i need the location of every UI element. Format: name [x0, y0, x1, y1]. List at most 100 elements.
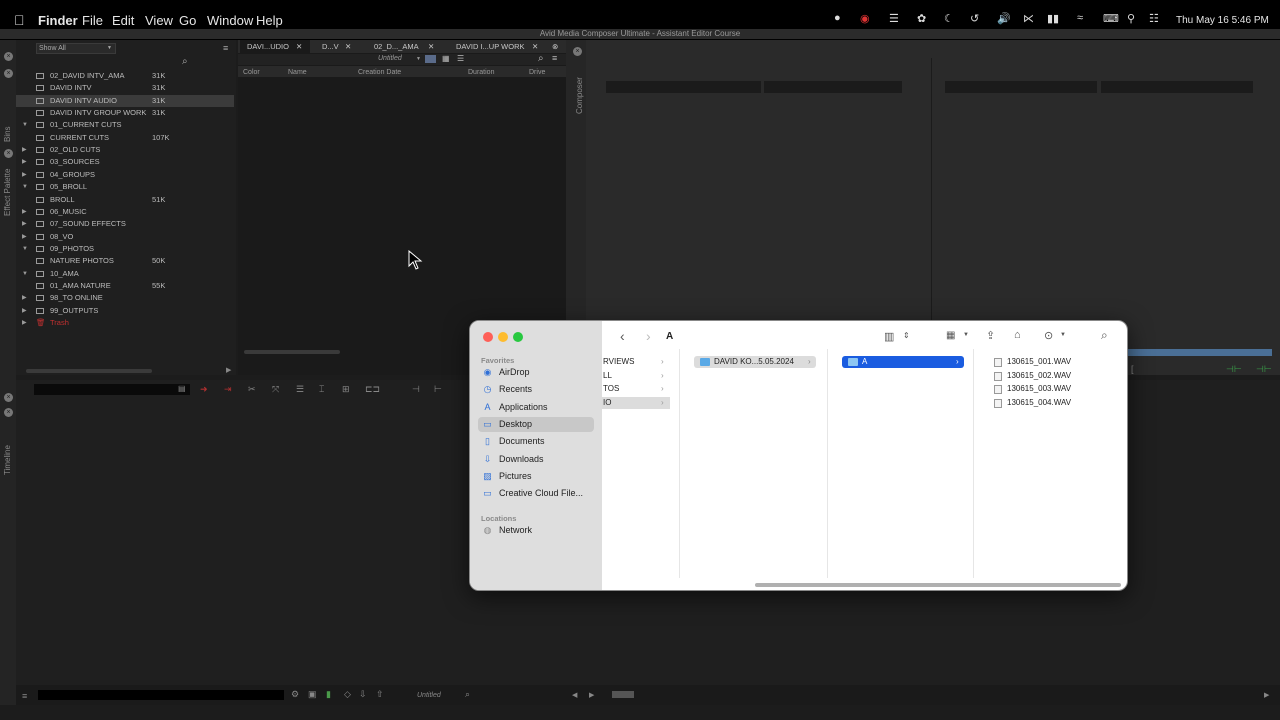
sidebar-item[interactable]: ⇩ Downloads [478, 452, 594, 467]
close-icon[interactable]: ✕ [296, 41, 302, 53]
mark-in-icon[interactable]: [ [1131, 364, 1134, 374]
mark-icon[interactable]: ⊣ [412, 384, 420, 395]
effect-palette-tab-label[interactable]: Effect Palette [3, 169, 12, 216]
disclosure-triangle-icon[interactable]: ▶ [22, 144, 27, 156]
search-icon[interactable]: ⌕ [538, 53, 544, 64]
disclosure-triangle-icon[interactable]: ▶ [22, 156, 27, 168]
close-icon[interactable]: ⊗ [552, 41, 558, 53]
bin-item[interactable]: ▶ 99_OUTPUTS [16, 305, 234, 317]
close-window-button[interactable] [483, 332, 493, 342]
bin-item[interactable]: DAVID INTV GROUP WORK 31K [16, 107, 234, 119]
track-icon[interactable]: ☰ [296, 384, 304, 395]
more-options-icon[interactable]: ⊙ [1044, 329, 1053, 342]
record-track-box[interactable] [1101, 81, 1253, 93]
sidebar-item[interactable]: ▭ Creative Cloud File... [478, 486, 594, 501]
record-menu-box[interactable] [945, 81, 1097, 93]
menu-finder[interactable]: Finder [38, 13, 78, 28]
up-arrow-icon[interactable]: ⇧ [376, 689, 384, 700]
column-duration[interactable]: Duration [468, 69, 494, 76]
source-track-box[interactable] [764, 81, 902, 93]
bin-item[interactable]: DAVID INTV 31K [16, 82, 234, 94]
video-track-icon[interactable]: ▣ [308, 689, 317, 700]
bin-item[interactable]: ▼ 05_BROLL [16, 181, 234, 193]
column-color[interactable]: Color [243, 69, 260, 76]
file-item[interactable]: 130615_002.WAV [1007, 371, 1071, 380]
apple-icon[interactable]:  [14, 12, 25, 28]
search-icon[interactable]: ⌕ [1101, 328, 1108, 343]
volume-icon[interactable]: 🔊 [997, 12, 1011, 25]
disclosure-triangle-icon[interactable]: ▶ [22, 317, 27, 329]
sidebar-item[interactable]: ◉ AirDrop [478, 365, 594, 380]
chevron-down-icon[interactable]: ▼ [963, 332, 969, 338]
disclosure-triangle-icon[interactable]: ▼ [22, 119, 28, 131]
sidebar-item[interactable]: ▨ Pictures [478, 469, 594, 484]
bin-item[interactable]: 02_DAVID INTV_AMA 31K [16, 70, 234, 82]
forward-button[interactable]: › [646, 328, 651, 344]
chevron-down-icon[interactable]: ▼ [1060, 332, 1066, 338]
timeline-scroll-thumb[interactable] [612, 691, 634, 698]
disclosure-triangle-icon[interactable]: ▶ [22, 292, 27, 304]
timeline-tab-label[interactable]: Timeline [3, 445, 12, 475]
disclosure-triangle-icon[interactable]: ▼ [22, 268, 28, 280]
tag-icon[interactable]: ⌂ [1014, 329, 1021, 341]
creative-cloud-icon[interactable]: ◉ [860, 12, 870, 25]
show-all-select[interactable]: Show All ▼ [36, 43, 116, 54]
menu-icon[interactable]: ≡ [223, 43, 228, 53]
column-creation-date[interactable]: Creation Date [358, 69, 401, 76]
record-position-bar[interactable] [1126, 349, 1272, 356]
battery-icon[interactable]: ▮▮ [1047, 12, 1059, 25]
moon-icon[interactable]: ☾ [944, 12, 954, 25]
close-icon[interactable]: × [4, 149, 13, 158]
file-item[interactable]: 130615_003.WAV [1007, 384, 1071, 393]
timeline-view-select[interactable]: Untitled [417, 692, 441, 699]
menu-icon[interactable]: ≡ [552, 53, 557, 63]
audio-meter-icon[interactable]: ⊣⊢ [1256, 364, 1272, 375]
bin-item[interactable]: ▼ 09_PHOTOS [16, 243, 234, 255]
scroll-right-icon[interactable]: ▶ [1264, 691, 1269, 699]
time-machine-icon[interactable]: ↺ [970, 12, 979, 25]
menu-clock[interactable]: Thu May 16 5:46 PM [1176, 15, 1269, 26]
effect-icon[interactable]: ◇ [344, 689, 351, 700]
column-1-selected-row[interactable] [602, 396, 670, 409]
tab-david-intv[interactable]: D...V [322, 41, 339, 53]
tab-david-intv-group-work[interactable]: DAVID I...UP WORK [456, 41, 524, 53]
column-drive[interactable]: Drive [529, 69, 545, 76]
column-3-selected-row[interactable]: A › [842, 356, 964, 368]
keyboard-icon[interactable]: ⌨ [1103, 12, 1119, 25]
bin-item[interactable]: ▼ 01_CURRENT CUTS [16, 119, 234, 131]
menu-edit[interactable]: Edit [112, 13, 134, 28]
bin-item[interactable]: ▶ 04_GROUPS [16, 169, 234, 181]
lift-icon[interactable]: ➜ [200, 384, 208, 395]
bin-item[interactable]: ▶ 03_SOURCES [16, 156, 234, 168]
chevron-down-icon[interactable]: ▼ [416, 56, 421, 62]
scroll-right-icon[interactable]: ▶ [226, 366, 231, 374]
match-frame-icon[interactable]: ⌶ [319, 384, 324, 395]
back-button[interactable]: ‹ [620, 328, 625, 344]
bin-item[interactable]: ▼ 10_AMA [16, 268, 234, 280]
disclosure-triangle-icon[interactable]: ▼ [22, 181, 28, 193]
sidebar-item[interactable]: A Applications [478, 400, 594, 415]
column-2-selected-row[interactable]: DAVID KO...5.05.2024 › [694, 356, 816, 368]
bin-horizontal-scrollbar[interactable] [244, 350, 340, 354]
bin-item[interactable]: ▶ 08_VO [16, 231, 234, 243]
close-icon[interactable]: × [573, 47, 582, 56]
audio-track-icon[interactable]: ▮ [326, 689, 331, 700]
frame-view-icon[interactable] [425, 55, 436, 63]
bin-item[interactable]: ▶ 🗑 Trash [16, 317, 234, 329]
zoom-window-button[interactable] [513, 332, 523, 342]
extract-icon[interactable]: ⇥ [224, 384, 232, 395]
scroll-right-icon[interactable]: ▶ [589, 691, 594, 699]
menu-view[interactable]: View [145, 13, 173, 28]
share-icon[interactable]: ⇪ [986, 329, 995, 342]
timeline-scale-bar[interactable] [38, 690, 284, 700]
timeline-tool-icon[interactable]: ▤ [178, 384, 186, 393]
down-arrow-icon[interactable]: ⇩ [359, 689, 367, 700]
control-center-icon[interactable]: ☷ [1149, 12, 1159, 25]
scroll-left-icon[interactable]: ◀ [572, 691, 577, 699]
close-icon[interactable]: × [4, 393, 13, 402]
group-icon[interactable]: ▦ [946, 330, 955, 341]
bin-item[interactable]: CURRENT CUTS 107K [16, 132, 234, 144]
composer-tab-label[interactable]: Composer [575, 77, 584, 114]
disclosure-triangle-icon[interactable]: ▼ [22, 243, 28, 255]
menu-go[interactable]: Go [179, 13, 196, 28]
